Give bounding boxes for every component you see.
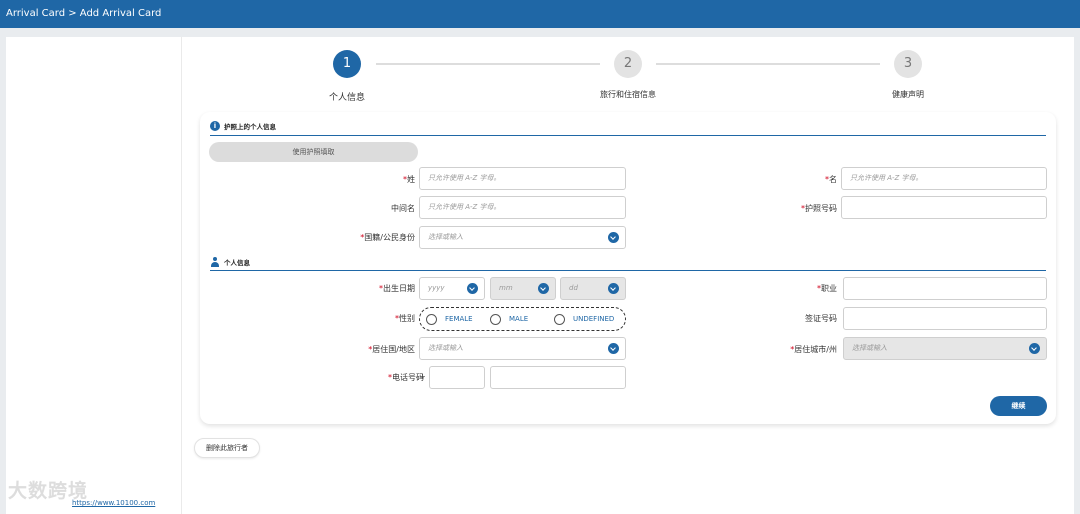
- section-divider: [210, 270, 1046, 271]
- personal-section-header: 个人信息: [210, 257, 250, 267]
- sidebar: [6, 37, 182, 514]
- residence-country-select[interactable]: 选择或输入: [419, 337, 626, 360]
- step-3-circle[interactable]: 3: [894, 50, 922, 78]
- occupation-input[interactable]: [843, 277, 1047, 300]
- nationality-select[interactable]: 选择或输入: [419, 226, 626, 249]
- scan-passport-button[interactable]: 使用护照填取: [209, 142, 418, 162]
- male-radio-label[interactable]: MALE: [509, 315, 528, 323]
- visa-number-input[interactable]: [843, 307, 1047, 330]
- person-icon: [210, 257, 220, 267]
- visa-number-label: 签证号码: [805, 314, 837, 323]
- chevron-down-icon: [608, 283, 619, 294]
- dob-day-select[interactable]: dd: [560, 277, 626, 300]
- chevron-down-icon: [467, 283, 478, 294]
- step-2-label: 旅行和住宿信息: [600, 90, 656, 99]
- chevron-down-icon: [1029, 343, 1040, 354]
- given-name-input[interactable]: 只允许使用 A-Z 字母。: [841, 167, 1047, 190]
- female-radio-label[interactable]: FEMALE: [445, 315, 473, 323]
- chevron-down-icon: [538, 283, 549, 294]
- phone-number-input[interactable]: [490, 366, 626, 389]
- dob-year-select[interactable]: yyyy: [419, 277, 485, 300]
- passport-number-label: *护照号码: [801, 204, 837, 213]
- passport-section-header: i 护照上的个人信息: [210, 121, 276, 131]
- female-radio[interactable]: [426, 314, 437, 325]
- phone-plus-sign: +: [419, 372, 426, 381]
- middle-name-label: 中间名: [391, 204, 415, 213]
- watermark-link: https://www.10100.com: [72, 499, 156, 507]
- nationality-label: *国籍/公民身份: [360, 233, 415, 242]
- gender-label: *性别: [395, 314, 415, 323]
- personal-section-title: 个人信息: [224, 259, 250, 267]
- residence-city-select[interactable]: 选择或输入: [843, 337, 1047, 360]
- continue-button[interactable]: 继续: [990, 396, 1047, 416]
- step-1-label: 个人信息: [328, 93, 366, 103]
- surname-input[interactable]: 只允许使用 A-Z 字母。: [419, 167, 626, 190]
- passport-number-input[interactable]: [841, 196, 1047, 219]
- passport-section-title: 护照上的个人信息: [224, 123, 276, 131]
- middle-name-input[interactable]: 只允许使用 A-Z 字母。: [419, 196, 626, 219]
- surname-label: *姓: [403, 175, 415, 184]
- undefined-radio-label[interactable]: UNDEFINED: [573, 315, 614, 323]
- phone-country-code-input[interactable]: [429, 366, 485, 389]
- gender-radio-group: FEMALE MALE UNDEFINED: [419, 307, 626, 331]
- chevron-down-icon: [608, 232, 619, 243]
- section-divider: [210, 135, 1046, 136]
- dob-month-select[interactable]: mm: [490, 277, 556, 300]
- occupation-label: *职业: [817, 284, 837, 293]
- delete-traveller-button[interactable]: 删除此旅行者: [194, 438, 260, 458]
- step-1-circle[interactable]: 1: [333, 50, 361, 78]
- step-3-label: 健康声明: [892, 90, 924, 99]
- given-name-label: *名: [825, 175, 837, 184]
- undefined-radio[interactable]: [554, 314, 565, 325]
- top-bar: Arrival Card > Add Arrival Card: [0, 0, 1080, 28]
- dob-label: *出生日期: [379, 284, 415, 293]
- info-icon: i: [210, 121, 220, 131]
- residence-country-label: *居住国/地区: [368, 345, 415, 354]
- chevron-down-icon: [608, 343, 619, 354]
- male-radio[interactable]: [490, 314, 501, 325]
- step-2-circle[interactable]: 2: [614, 50, 642, 78]
- residence-city-label: *居住城市/州: [790, 345, 837, 354]
- step-connector: [376, 63, 600, 65]
- step-connector: [656, 63, 880, 65]
- breadcrumb: Arrival Card > Add Arrival Card: [6, 8, 162, 19]
